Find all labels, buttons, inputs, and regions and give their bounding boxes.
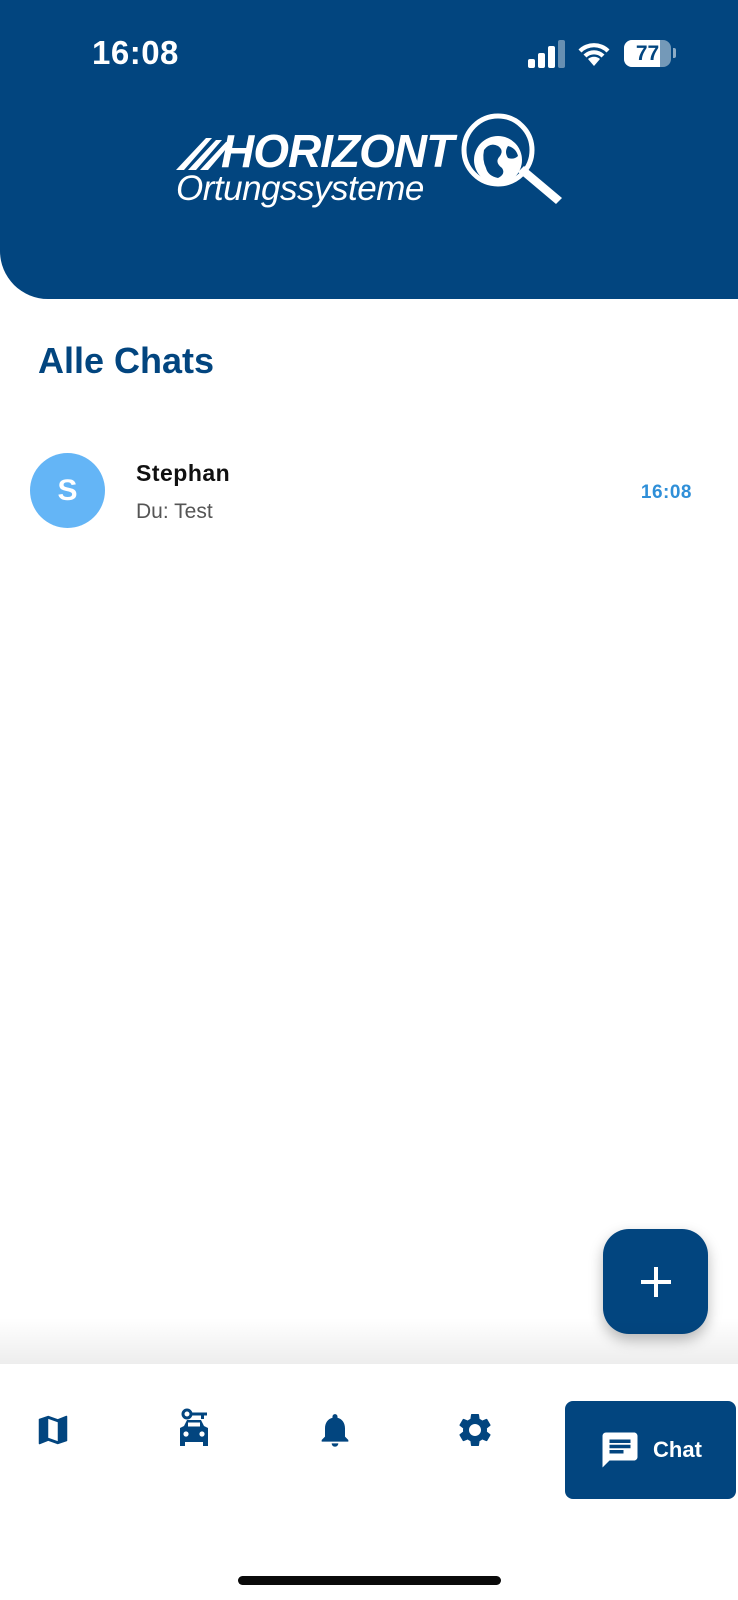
chat-list-item[interactable]: S Stephan Du: Test 16:08	[0, 448, 738, 532]
logo-subtitle: Ortungssysteme	[176, 169, 424, 208]
car-key-icon	[180, 1408, 208, 1446]
nav-chat-label: Chat	[653, 1437, 702, 1462]
status-bar-time: 16:08	[92, 34, 179, 71]
bottom-nav: Chat	[0, 1364, 738, 1600]
map-icon	[38, 1415, 68, 1445]
logo-wordmark: HORIZONT	[221, 125, 454, 177]
avatar: S	[30, 453, 105, 528]
battery-icon: 77	[624, 39, 676, 69]
app-header: 16:08 77 HORIZONT Ortungssysteme	[0, 0, 738, 299]
nav-vehicle-button[interactable]	[164, 1402, 224, 1458]
chat-icon	[602, 1432, 638, 1468]
wifi-icon	[578, 43, 610, 66]
bell-icon	[321, 1414, 349, 1447]
nav-divider-shadow	[0, 1318, 738, 1364]
chat-last-message: Du: Test	[136, 500, 213, 523]
signal-icon	[528, 40, 565, 68]
plus-icon	[640, 1266, 671, 1297]
horizont-logo: HORIZONT Ortungssysteme	[176, 112, 566, 212]
chat-timestamp: 16:08	[640, 482, 692, 503]
home-indicator[interactable]	[238, 1576, 501, 1585]
nav-alerts-button[interactable]	[305, 1402, 365, 1458]
battery-level: 77	[635, 42, 660, 65]
chat-contact-name: Stephan	[136, 460, 231, 486]
globe-magnifier-icon	[461, 113, 562, 204]
page-title: Alle Chats	[38, 340, 215, 381]
nav-map-button[interactable]	[23, 1402, 83, 1458]
nav-chat-button[interactable]: Chat	[565, 1401, 736, 1499]
gear-icon	[459, 1414, 491, 1446]
nav-settings-button[interactable]	[445, 1402, 505, 1458]
